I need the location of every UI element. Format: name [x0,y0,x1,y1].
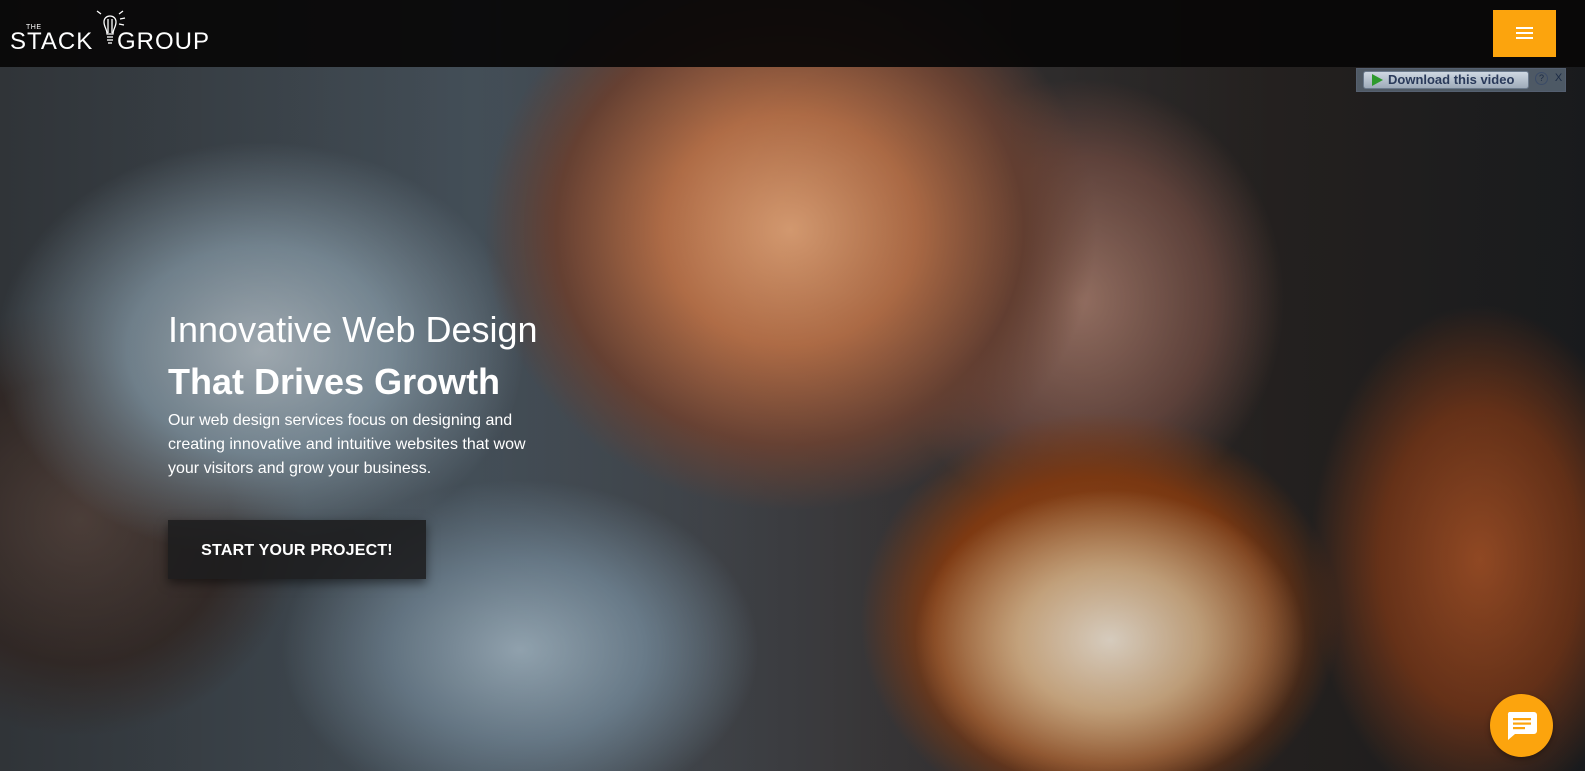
play-icon [1372,74,1383,86]
hero-description: Our web design services focus on designi… [168,412,526,477]
hamburger-menu-icon-bar [1516,32,1533,34]
help-icon[interactable]: ? [1535,72,1548,85]
chat-bubble-icon [1507,712,1537,740]
download-video-button[interactable]: Download this video [1363,71,1529,89]
hero-title-line-1: Innovative Web Design [168,309,538,350]
site-header: THE STACK GROUP [0,0,1585,67]
menu-button[interactable] [1493,10,1556,57]
hamburger-menu-icon-bar [1516,37,1533,39]
download-video-label: Download this video [1388,72,1515,87]
start-project-button[interactable]: START YOUR PROJECT! [168,520,426,579]
logo-stack-text: STACK [10,28,94,55]
video-download-bar: Download this video ? X [1356,68,1566,92]
close-icon[interactable]: X [1552,72,1565,85]
hamburger-menu-icon [1516,27,1533,29]
logo-group-text: GROUP [117,28,211,55]
page: THE STACK GROUP Download this video ? X … [0,0,1585,771]
chat-button[interactable] [1490,694,1553,757]
hero-title-line-2: That Drives Growth [168,361,501,402]
site-logo[interactable]: THE STACK GROUP [10,8,210,56]
